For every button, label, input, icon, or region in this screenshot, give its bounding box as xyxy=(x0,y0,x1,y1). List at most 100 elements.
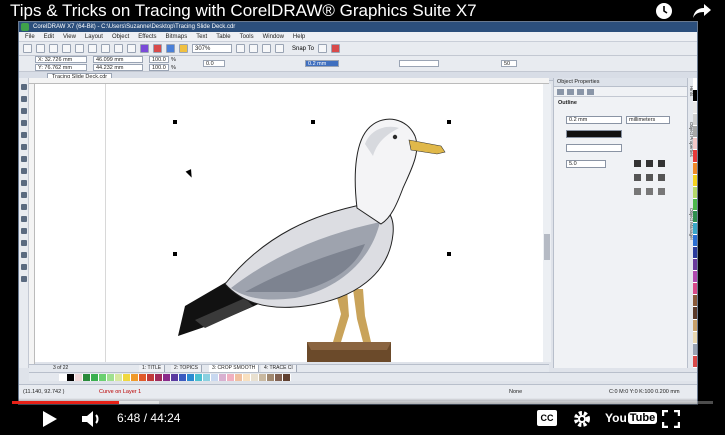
palette-swatch[interactable] xyxy=(693,319,697,332)
volume-button[interactable] xyxy=(80,408,104,430)
corners-tab-icon[interactable] xyxy=(587,89,594,95)
text-tool-icon[interactable] xyxy=(21,192,27,198)
palette-swatch[interactable] xyxy=(693,283,697,296)
menu-edit[interactable]: Edit xyxy=(44,32,54,41)
polygon-tool-icon[interactable] xyxy=(21,180,27,186)
selection-handle[interactable] xyxy=(447,120,451,124)
scale-y-field[interactable]: 100.0 xyxy=(149,64,169,71)
palette-swatch[interactable] xyxy=(693,126,697,139)
palette-swatch[interactable] xyxy=(195,373,203,381)
menu-text[interactable]: Text xyxy=(196,32,207,41)
import-icon[interactable] xyxy=(153,44,162,53)
palette-swatch[interactable] xyxy=(235,373,243,381)
palette-swatch[interactable] xyxy=(203,373,211,381)
rectangle-tool-icon[interactable] xyxy=(21,156,27,162)
menu-bitmaps[interactable]: Bitmaps xyxy=(166,32,188,41)
palette-swatch[interactable] xyxy=(693,162,697,175)
scale-x-field[interactable]: 100.0 xyxy=(149,56,169,63)
settings-button[interactable] xyxy=(571,408,593,430)
fill-tab-icon[interactable] xyxy=(567,89,574,95)
undo-icon[interactable] xyxy=(114,44,123,53)
menu-window[interactable]: Window xyxy=(263,32,284,41)
palette-swatch[interactable] xyxy=(693,138,697,151)
outline-width-field[interactable]: 0.2 mm xyxy=(305,60,339,67)
transparency-tab-icon[interactable] xyxy=(577,89,584,95)
x-position-field[interactable]: X: 32.726 mm xyxy=(35,56,87,63)
palette-swatch[interactable] xyxy=(171,373,179,381)
palette-swatch[interactable] xyxy=(131,373,139,381)
snap-to-dropdown[interactable]: Snap To xyxy=(292,46,314,52)
zoom-tool-icon[interactable] xyxy=(21,120,27,126)
palette-swatch[interactable] xyxy=(693,331,697,344)
palette-swatch[interactable] xyxy=(59,373,67,381)
menu-help[interactable]: Help xyxy=(293,32,305,41)
progress-bar[interactable] xyxy=(12,401,713,404)
menu-effects[interactable]: Effects xyxy=(138,32,156,41)
palette-swatch[interactable] xyxy=(83,373,91,381)
palette-swatch[interactable] xyxy=(693,355,697,368)
corner-round-icon[interactable] xyxy=(634,174,641,181)
connector-tool-icon[interactable] xyxy=(21,216,27,222)
palette-swatch[interactable] xyxy=(187,373,195,381)
corner-bevel-icon[interactable] xyxy=(646,174,653,181)
palette-swatch[interactable] xyxy=(75,373,83,381)
scrollbar-thumb[interactable] xyxy=(544,234,550,260)
palette-swatch[interactable] xyxy=(163,373,171,381)
palette-swatch[interactable] xyxy=(693,259,697,272)
corner-style-icon[interactable] xyxy=(634,160,641,167)
menu-layout[interactable]: Layout xyxy=(85,32,103,41)
palette-swatch[interactable] xyxy=(147,373,155,381)
palette-swatch[interactable] xyxy=(693,247,697,260)
search-content-icon[interactable] xyxy=(140,44,149,53)
palette-swatch[interactable] xyxy=(693,78,697,91)
full-screen-icon[interactable] xyxy=(236,44,245,53)
y-position-field[interactable]: Y: 76.762 mm xyxy=(35,64,87,71)
crop-tool-icon[interactable] xyxy=(21,108,27,114)
palette-swatch[interactable] xyxy=(693,235,697,248)
palette-swatch[interactable] xyxy=(693,174,697,187)
paste-icon[interactable] xyxy=(101,44,110,53)
artistic-media-tool-icon[interactable] xyxy=(21,144,27,150)
freehand-tool-icon[interactable] xyxy=(21,132,27,138)
video-frame[interactable]: Tips & Tricks on Tracing with CorelDRAW®… xyxy=(0,0,725,435)
corner-miter-icon[interactable] xyxy=(658,174,665,181)
palette-swatch[interactable] xyxy=(91,373,99,381)
palette-swatch[interactable] xyxy=(99,373,107,381)
selection-handle[interactable] xyxy=(173,252,177,256)
redo-icon[interactable] xyxy=(127,44,136,53)
palette-swatch[interactable] xyxy=(693,114,697,127)
canvas-vertical-scrollbar[interactable] xyxy=(543,84,551,362)
palette-swatch[interactable] xyxy=(693,295,697,308)
palette-swatch[interactable] xyxy=(693,150,697,163)
units-dropdown[interactable]: millimeters xyxy=(626,116,670,124)
new-document-icon[interactable] xyxy=(23,44,32,53)
captions-button[interactable]: CC xyxy=(537,410,557,426)
share-icon[interactable] xyxy=(689,0,715,22)
show-rulers-icon[interactable] xyxy=(249,44,258,53)
menu-tools[interactable]: Tools xyxy=(240,32,254,41)
width-field[interactable]: 46.099 mm xyxy=(93,56,143,63)
palette-swatch[interactable] xyxy=(275,373,283,381)
menu-table[interactable]: Table xyxy=(216,32,230,41)
palette-swatch[interactable] xyxy=(219,373,227,381)
align-outline-icon[interactable] xyxy=(634,188,641,195)
transparency-tool-icon[interactable] xyxy=(21,240,27,246)
play-button[interactable] xyxy=(38,408,62,430)
zoom-level-field[interactable]: 307% xyxy=(192,44,232,53)
palette-swatch[interactable] xyxy=(115,373,123,381)
palette-swatch[interactable] xyxy=(693,198,697,211)
watch-later-icon[interactable] xyxy=(651,0,677,22)
palette-swatch[interactable] xyxy=(693,210,697,223)
palette-swatch[interactable] xyxy=(693,90,697,103)
outline-color-swatch[interactable] xyxy=(566,130,622,138)
application-launcher-icon[interactable] xyxy=(330,44,340,53)
video-title[interactable]: Tips & Tricks on Tracing with CorelDRAW®… xyxy=(10,1,477,23)
shape-tool-icon[interactable] xyxy=(21,96,27,102)
parallel-dimension-tool-icon[interactable] xyxy=(21,204,27,210)
palette-swatch[interactable] xyxy=(283,373,291,381)
publish-pdf-icon[interactable] xyxy=(179,44,188,53)
interactive-fill-tool-icon[interactable] xyxy=(21,264,27,270)
palette-swatch[interactable] xyxy=(107,373,115,381)
scale-with-object-icon[interactable] xyxy=(658,188,665,195)
height-field[interactable]: 44.232 mm xyxy=(93,64,143,71)
